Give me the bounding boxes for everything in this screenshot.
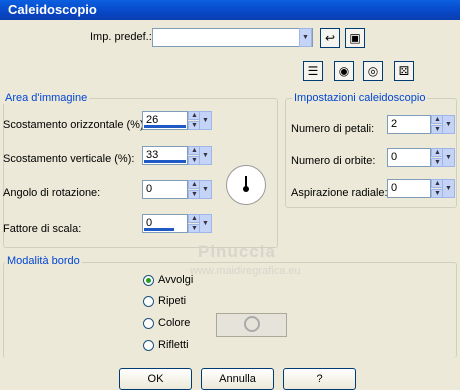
preview-icon[interactable]: ☰ xyxy=(303,61,323,81)
scale-input[interactable]: 0 xyxy=(142,214,188,233)
radio-rifletti-label: Rifletti xyxy=(158,339,189,351)
kaleido-title: Impostazioni caleidoscopio xyxy=(292,92,428,104)
chevron-down-icon[interactable]: ▼ xyxy=(199,111,212,130)
ok-button[interactable]: OK xyxy=(119,368,192,390)
watermark-name: Pinuccia xyxy=(198,242,276,261)
border-group xyxy=(3,262,457,358)
petals-label: Numero di petali: xyxy=(291,123,375,135)
chevron-down-icon[interactable]: ▼ xyxy=(199,146,212,165)
eye-icon[interactable]: ◎ xyxy=(363,61,383,81)
h-offset-input[interactable]: 26 xyxy=(142,111,188,130)
radio-avvolgi[interactable] xyxy=(143,275,154,286)
chevron-down-icon[interactable]: ▼ xyxy=(442,115,455,134)
chevron-down-icon[interactable]: ▼ xyxy=(442,148,455,167)
v-offset-label: Scostamento verticale (%): xyxy=(3,153,135,165)
dial-hub xyxy=(243,186,249,192)
help-button[interactable]: ? xyxy=(283,368,356,390)
window-title: Caleidoscopio xyxy=(8,2,97,17)
v-offset-bar xyxy=(144,160,186,163)
radio-ripeti[interactable] xyxy=(143,296,154,307)
preset-label: Imp. predef.: xyxy=(90,31,152,43)
rotation-dial[interactable] xyxy=(226,165,266,205)
radial-label: Aspirazione radiale: xyxy=(291,187,388,199)
h-offset-label: Scostamento orizzontale (%): xyxy=(3,119,147,131)
orbits-label: Numero di orbite: xyxy=(291,155,376,167)
border-title: Modalità bordo xyxy=(5,255,82,267)
title-bar: Caleidoscopio xyxy=(0,0,460,20)
h-offset-bar xyxy=(144,125,186,128)
cancel-button[interactable]: Annulla xyxy=(201,368,274,390)
radio-colore-label: Colore xyxy=(158,317,191,329)
petals-input[interactable]: 2 xyxy=(387,115,431,134)
chevron-down-icon[interactable]: ▼ xyxy=(442,179,455,198)
radio-rifletti[interactable] xyxy=(143,340,154,351)
radio-colore[interactable] xyxy=(143,318,154,329)
scale-label: Fattore di scala: xyxy=(3,223,82,235)
chevron-down-icon[interactable]: ▼ xyxy=(199,214,212,233)
rotation-label: Angolo di rotazione: xyxy=(3,187,101,199)
area-title: Area d'immagine xyxy=(3,92,90,104)
chevron-down-icon[interactable]: ▼ xyxy=(199,180,212,199)
no-color-icon xyxy=(244,316,260,332)
chevron-down-icon[interactable]: ▼ xyxy=(299,28,312,47)
rotation-input[interactable]: 0 xyxy=(142,180,188,199)
radio-ripeti-label: Ripeti xyxy=(158,295,187,307)
randomize-icon[interactable]: ⚄ xyxy=(394,61,414,81)
color-swatch-button[interactable] xyxy=(216,313,287,337)
undo-icon[interactable]: ↩ xyxy=(320,28,340,48)
orbits-input[interactable]: 0 xyxy=(387,148,431,167)
radio-avvolgi-label: Avvolgi xyxy=(158,274,194,286)
reset-icon[interactable]: ◉ xyxy=(334,61,354,81)
scale-bar xyxy=(144,228,174,231)
v-offset-input[interactable]: 33 xyxy=(142,146,188,165)
save-icon[interactable]: ▣ xyxy=(345,28,365,48)
preset-select[interactable]: ▼ xyxy=(152,28,313,47)
radial-input[interactable]: 0 xyxy=(387,179,431,198)
